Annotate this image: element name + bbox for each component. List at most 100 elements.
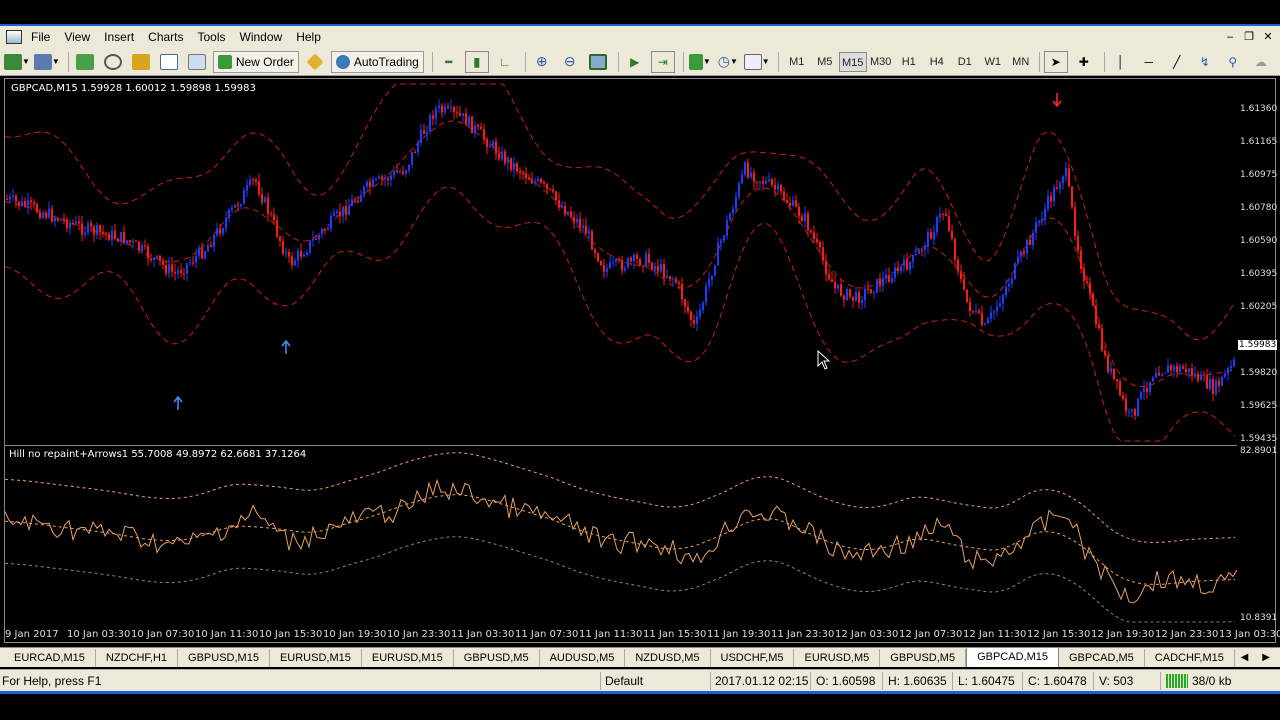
candle-body [573,216,575,222]
chart-tab[interactable]: NZDUSD,M5 [625,649,711,667]
chart-window[interactable]: GBPCAD,M15 1.59928 1.60012 1.59898 1.599… [4,78,1280,643]
templates-button[interactable]: ▼ [743,51,770,73]
candle-body [1053,187,1055,202]
zoom-out-icon: ⊖ [563,53,576,69]
zoom-out-button[interactable]: ⊖ [558,51,582,73]
candle-body [57,218,59,221]
status-separator [1160,672,1161,690]
chart-tab[interactable]: GBPCAD,M15 [966,647,1059,667]
candle-body [591,231,593,250]
tile-windows-button[interactable] [586,51,610,73]
chart-shift-button[interactable]: ▶ [623,51,647,73]
price-chart[interactable] [5,79,1237,443]
chart-tab[interactable]: CADCHF,M15 [1145,649,1235,667]
timeframe-h4[interactable]: H4 [923,52,951,72]
new-order-button[interactable]: New Order [212,50,299,73]
trendline-button[interactable]: ╱ [1165,51,1189,73]
chart-tab[interactable]: EURCAD,M15 [4,649,96,667]
candle-body [774,184,776,190]
line-studies-button[interactable]: ↯ [1193,51,1217,73]
menu-charts[interactable]: Charts [141,30,190,44]
scroll-left-icon[interactable]: ◀ [1241,652,1249,663]
candle-chart-button[interactable]: ▮ [464,50,489,73]
candle-body [132,240,134,243]
timeframe-w1[interactable]: W1 [979,52,1007,72]
price-tick: 1.59435 [1240,434,1278,444]
menu-file[interactable]: File [24,30,57,44]
candle-body [993,311,995,313]
indicators-button[interactable]: ▼ [688,51,712,73]
chart-tab[interactable]: GBPUSD,M5 [454,649,540,667]
candle-body [1224,373,1226,377]
cursor-tool-button[interactable]: ➤ [1043,50,1068,73]
restore-icon[interactable]: ❐ [1241,30,1257,44]
chart-tab[interactable]: EURUSD,M15 [362,649,454,667]
candle-body [1173,365,1175,371]
candle-body [834,282,836,289]
chart-tab[interactable]: GBPCAD,M5 [1059,649,1145,667]
candle-body [621,260,623,271]
scroll-right-icon[interactable]: ▶ [1262,652,1270,663]
candle-body [711,275,713,280]
close-icon[interactable]: ✕ [1260,30,1276,44]
price-tick: 1.59625 [1240,401,1278,411]
navigator-button[interactable] [129,51,153,73]
terminal-button[interactable] [157,51,181,73]
data-window-button[interactable] [101,51,125,73]
candle-body [525,173,527,179]
chart-tab[interactable]: EURUSD,M15 [270,649,362,667]
timeframe-m5[interactable]: M5 [811,52,839,72]
timeframe-d1[interactable]: D1 [951,52,979,72]
chart-tab[interactable]: GBPUSD,M5 [880,649,967,667]
chart-tab[interactable]: NZDCHF,H1 [96,649,179,667]
market-watch-button[interactable] [73,51,97,73]
candle-body [321,229,323,235]
zoom-in-button[interactable]: ⊕ [530,51,554,73]
timeframe-m1[interactable]: M1 [783,52,811,72]
candle-body [297,251,299,261]
candle-body [582,225,584,228]
autotrading-button[interactable]: AutoTrading [330,50,424,73]
chat-button[interactable]: ☁ [1249,51,1273,73]
candle-body [168,264,170,274]
chart-tab[interactable]: GBPUSD,M15 [178,649,270,667]
new-chart-button[interactable]: ▼ [4,51,30,73]
chart-tab[interactable]: USDCHF,M5 [711,649,795,667]
horizontal-line-button[interactable]: ─ [1137,51,1161,73]
candle-body [915,253,917,255]
candle-body [453,107,455,112]
menu-tools[interactable]: Tools [191,30,233,44]
search-button[interactable]: ⚲ [1221,51,1245,73]
crosshair-tool-button[interactable]: ✚ [1072,51,1096,73]
minimize-icon[interactable]: – [1222,30,1238,44]
candle-body [165,264,167,274]
metaeditor-button[interactable] [303,51,327,73]
candle-body [999,303,1001,307]
line-chart-button[interactable]: ∟ [493,51,517,73]
menu-view[interactable]: View [57,30,97,44]
timeframe-h1[interactable]: H1 [895,52,923,72]
menu-help[interactable]: Help [289,30,328,44]
navigator-icon [131,53,150,70]
bar-chart-button[interactable]: ┅ [437,51,461,73]
timeframe-m30[interactable]: M30 [867,52,895,72]
candle-body [1026,239,1028,254]
profiles-button[interactable]: ▼ [33,51,60,73]
candle-body [516,163,518,172]
autoscroll-button[interactable]: ⇥ [650,50,675,73]
line-chart-icon: ∟ [498,54,511,69]
tester-button[interactable] [185,51,209,73]
candle-body [762,181,764,184]
indicator-chart[interactable] [5,445,1237,625]
timeframe-m15[interactable]: M15 [838,51,867,72]
chart-tab[interactable]: EURUSD,M5 [794,649,881,667]
periods-button[interactable]: ◷ ▼ [716,51,740,73]
candle-body [402,171,404,174]
menu-window[interactable]: Window [233,30,290,44]
chart-tab[interactable]: AUDUSD,M5 [540,649,626,667]
menu-insert[interactable]: Insert [97,30,141,44]
chat-icon: ☁ [1254,54,1267,69]
vertical-line-button[interactable]: │ [1109,51,1133,73]
candle-body [927,231,929,247]
timeframe-mn[interactable]: MN [1007,52,1035,72]
